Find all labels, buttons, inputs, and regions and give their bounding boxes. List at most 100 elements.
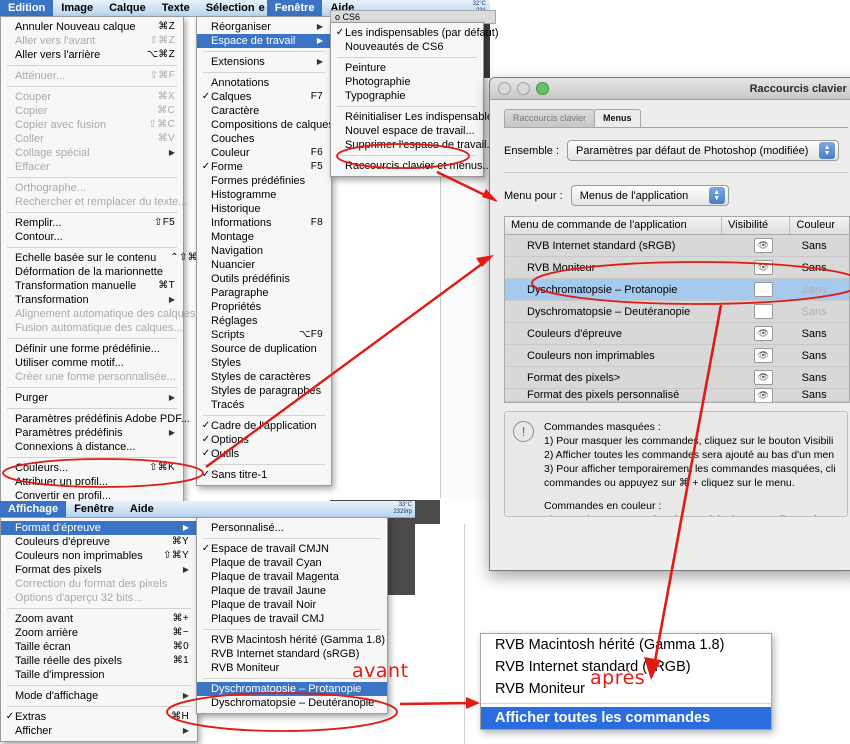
eye-icon[interactable]: 👁 xyxy=(753,387,773,402)
menu-item-peinture[interactable]: Peinture xyxy=(331,61,483,75)
menu-item-styles[interactable]: Styles xyxy=(197,356,331,370)
table-cell-visibility[interactable]: 👁 xyxy=(735,326,792,341)
menu-item-options-daperçu-32-bits[interactable]: Options d'aperçu 32 bits... xyxy=(1,591,197,605)
table-row[interactable]: Couleurs d'épreuve 👁 Sans xyxy=(505,323,849,345)
eye-icon[interactable]: 👁 xyxy=(753,238,773,253)
menu-item-cadre-de-lapplication[interactable]: ✓ Cadre de l'application xyxy=(197,419,331,433)
menu-item-styles-de-paragraphes[interactable]: Styles de paragraphes xyxy=(197,384,331,398)
menubar-item-partial[interactable]: e xyxy=(257,0,267,16)
table-row[interactable]: Format des pixels> 👁 Sans xyxy=(505,367,849,389)
table-row[interactable]: RVB Moniteur 👁 Sans xyxy=(505,257,849,279)
menu-item-espace-de-travail[interactable]: Espace de travail ▶ xyxy=(197,34,331,48)
edition-dropdown-menu[interactable]: Annuler Nouveau calque ⌘Z Aller vers l'ava… xyxy=(0,16,205,542)
format-epreuve-submenu[interactable]: Personnalisé... ✓ Espace de travail CMJN Pl… xyxy=(196,517,388,714)
menubar-item-selection[interactable]: Sélection xyxy=(198,0,257,16)
menu-item-montage[interactable]: Montage xyxy=(197,230,331,244)
afficher-toutes-les-commandes-row[interactable]: Afficher toutes les commandes xyxy=(481,707,771,729)
menu-item-nouveautés-de-cs6[interactable]: Nouveautés de CS6 xyxy=(331,40,483,54)
table-cell-color[interactable]: Sans xyxy=(792,240,849,252)
menu-item-calques[interactable]: ✓ Calques F7 xyxy=(197,90,331,104)
table-cell-color[interactable]: Sans xyxy=(792,350,849,362)
menu-item-créer-une-forme-personnalisée[interactable]: Créer une forme personnalisée... xyxy=(1,370,183,384)
eye-icon-hidden[interactable] xyxy=(753,304,773,319)
menu-item-photographie[interactable]: Photographie xyxy=(331,75,483,89)
menu-item-coller[interactable]: Coller ⌘V xyxy=(1,132,183,146)
table-row[interactable]: Format des pixels personnalisé 👁 Sans xyxy=(505,387,849,402)
menu-item-nouvel-espace-de-travail[interactable]: Nouvel espace de travail... xyxy=(331,124,483,138)
tab-raccourcis-clavier[interactable]: Raccourcis clavier xyxy=(504,109,596,127)
menu-item-personnalisé[interactable]: Personnalisé... xyxy=(197,521,387,535)
menu-item-rvb-internet-standard-srgb[interactable]: RVB Internet standard (sRGB) xyxy=(197,647,387,661)
menu-item-fusion-automatique-des-calques[interactable]: Fusion automatique des calques... xyxy=(1,321,183,335)
close-button-icon[interactable] xyxy=(498,82,511,95)
menupour-select[interactable]: Menus de l'application ▲ ▼ xyxy=(570,185,729,206)
eye-icon[interactable]: 👁 xyxy=(753,260,773,275)
menu-item-raccourcis-clavier-et-menus[interactable]: Raccourcis clavier et menus... xyxy=(331,159,492,173)
menu-item-réinitialiser-les-indispensables[interactable]: Réinitialiser Les indispensables xyxy=(331,110,498,124)
menubar-item-fenetre-2[interactable]: Fenêtre xyxy=(66,501,122,517)
menu-item-supprimer-lespace-de-travail[interactable]: Supprimer l'espace de travail... xyxy=(331,138,496,152)
raccourcis-clavier-dialog[interactable]: Raccourcis clavier e Raccourcis clavier … xyxy=(489,77,850,571)
menu-item-tracés[interactable]: Tracés xyxy=(197,398,331,412)
menu-item-déformation-de-la-marionnette[interactable]: Déformation de la marionnette xyxy=(1,265,183,279)
menu-item-réglages[interactable]: Réglages xyxy=(197,314,331,328)
menu-item-propriétés[interactable]: Propriétés xyxy=(197,300,331,314)
table-row[interactable]: Dyschromatopsie – Deutéranopie Sans xyxy=(505,301,849,323)
menu-item-caractère[interactable]: Caractère xyxy=(197,104,331,118)
ensemble-select[interactable]: Paramètres par défaut de Photoshop (modi… xyxy=(567,140,840,161)
menu-item-rechercher-et-remplacer-du-texte[interactable]: Rechercher et remplacer du texte... xyxy=(1,195,187,209)
menu-item-contour[interactable]: Contour... xyxy=(1,230,183,244)
menu-item-couleurs[interactable]: Couleurs... ⇧⌘K xyxy=(1,461,183,475)
menu-item-historique[interactable]: Historique xyxy=(197,202,331,216)
menu-item-compositions-de-calques[interactable]: Compositions de calques xyxy=(197,118,334,132)
menu-item-format-des-pixels[interactable]: Format des pixels ▶ xyxy=(1,563,197,577)
affichage-dropdown-menu[interactable]: Format d'épreuve ▶ Couleurs d'épreuve ⌘Y Cou… xyxy=(0,517,198,742)
menubar-item-calque[interactable]: Calque xyxy=(101,0,154,16)
menu-item-copier[interactable]: Copier ⌘C xyxy=(1,104,183,118)
table-cell-color[interactable]: Sans xyxy=(792,389,849,401)
menu-item-extras[interactable]: ✓ Extras ⌘H xyxy=(1,710,197,724)
menu-item-afficher[interactable]: Afficher ▶ xyxy=(1,724,197,738)
menu-item-histogramme[interactable]: Histogramme xyxy=(197,188,331,202)
menu-item-plaques-de-travail-cmj[interactable]: Plaques de travail CMJ xyxy=(197,612,387,626)
menu-item-copier-avec-fusion[interactable]: Copier avec fusion ⇧⌘C xyxy=(1,118,183,132)
menu-item-correction-du-format-des-pixels[interactable]: Correction du format des pixels xyxy=(1,577,197,591)
menu-item-plaque-de-travail-jaune[interactable]: Plaque de travail Jaune xyxy=(197,584,387,598)
menubar-item-aide-2[interactable]: Aide xyxy=(122,501,162,517)
menu-item-plaque-de-travail-cyan[interactable]: Plaque de travail Cyan xyxy=(197,556,387,570)
table-row[interactable]: Dyschromatopsie – Protanopie Sans xyxy=(505,279,849,301)
menu-item-styles-de-caractères[interactable]: Styles de caractères xyxy=(197,370,331,384)
menu-item-plaque-de-travail-magenta[interactable]: Plaque de travail Magenta xyxy=(197,570,387,584)
menubar-item-image[interactable]: Image xyxy=(53,0,101,16)
menu-item-mode-daffichage[interactable]: Mode d'affichage ▶ xyxy=(1,689,197,703)
menu-item-typographie[interactable]: Typographie xyxy=(331,89,483,103)
menu-item-taille-dimpression[interactable]: Taille d'impression xyxy=(1,668,197,682)
minimize-button-icon[interactable] xyxy=(517,82,530,95)
menu-item-paragraphe[interactable]: Paragraphe xyxy=(197,286,331,300)
espace-de-travail-submenu[interactable]: ✓ Les indispensables (par défaut) Nouveaut… xyxy=(330,22,498,177)
zoom-button-icon[interactable] xyxy=(536,82,549,95)
table-cell-color[interactable]: Sans xyxy=(792,284,849,296)
menu-item-rvb-macintosh-hérité-gamma-18[interactable]: RVB Macintosh hérité (Gamma 1.8) xyxy=(197,633,387,647)
menu-item-effacer[interactable]: Effacer xyxy=(1,160,183,174)
menu-item-informations[interactable]: Informations F8 xyxy=(197,216,331,230)
menu-item-couper[interactable]: Couper ⌘X xyxy=(1,90,183,104)
eye-icon-hidden[interactable] xyxy=(753,282,773,297)
menu-item-annotations[interactable]: Annotations xyxy=(197,76,331,90)
menu-item-espace-de-travail-cmjn[interactable]: ✓ Espace de travail CMJN xyxy=(197,542,387,556)
table-cell-color[interactable]: Sans xyxy=(792,328,849,340)
chevron-updown-icon[interactable]: ▲ ▼ xyxy=(819,142,836,159)
menu-item-connexions-à-distance[interactable]: Connexions à distance... xyxy=(1,440,183,454)
menu-item-collage-spécial[interactable]: Collage spécial ▶ xyxy=(1,146,183,160)
menubar-item-edition[interactable]: Edition xyxy=(0,0,54,16)
menu-item-sans-titre1[interactable]: ✓ Sans titre-1 xyxy=(197,468,331,482)
table-cell-visibility[interactable]: 👁 xyxy=(735,348,792,363)
table-cell-color[interactable]: Sans xyxy=(792,262,849,274)
menu-item-extensions[interactable]: Extensions ▶ xyxy=(197,55,331,69)
menu-item-transformation-manuelle[interactable]: Transformation manuelle ⌘T xyxy=(1,279,183,293)
dialog-title-bar[interactable]: Raccourcis clavier e xyxy=(490,78,850,100)
table-cell-visibility[interactable]: 👁 xyxy=(735,387,792,402)
menu-item-format-dépreuve[interactable]: Format d'épreuve ▶ xyxy=(1,521,197,535)
menu-item-taille-réelle-des-pixels[interactable]: Taille réelle des pixels ⌘1 xyxy=(1,654,197,668)
menubar-item-texte[interactable]: Texte xyxy=(154,0,198,16)
